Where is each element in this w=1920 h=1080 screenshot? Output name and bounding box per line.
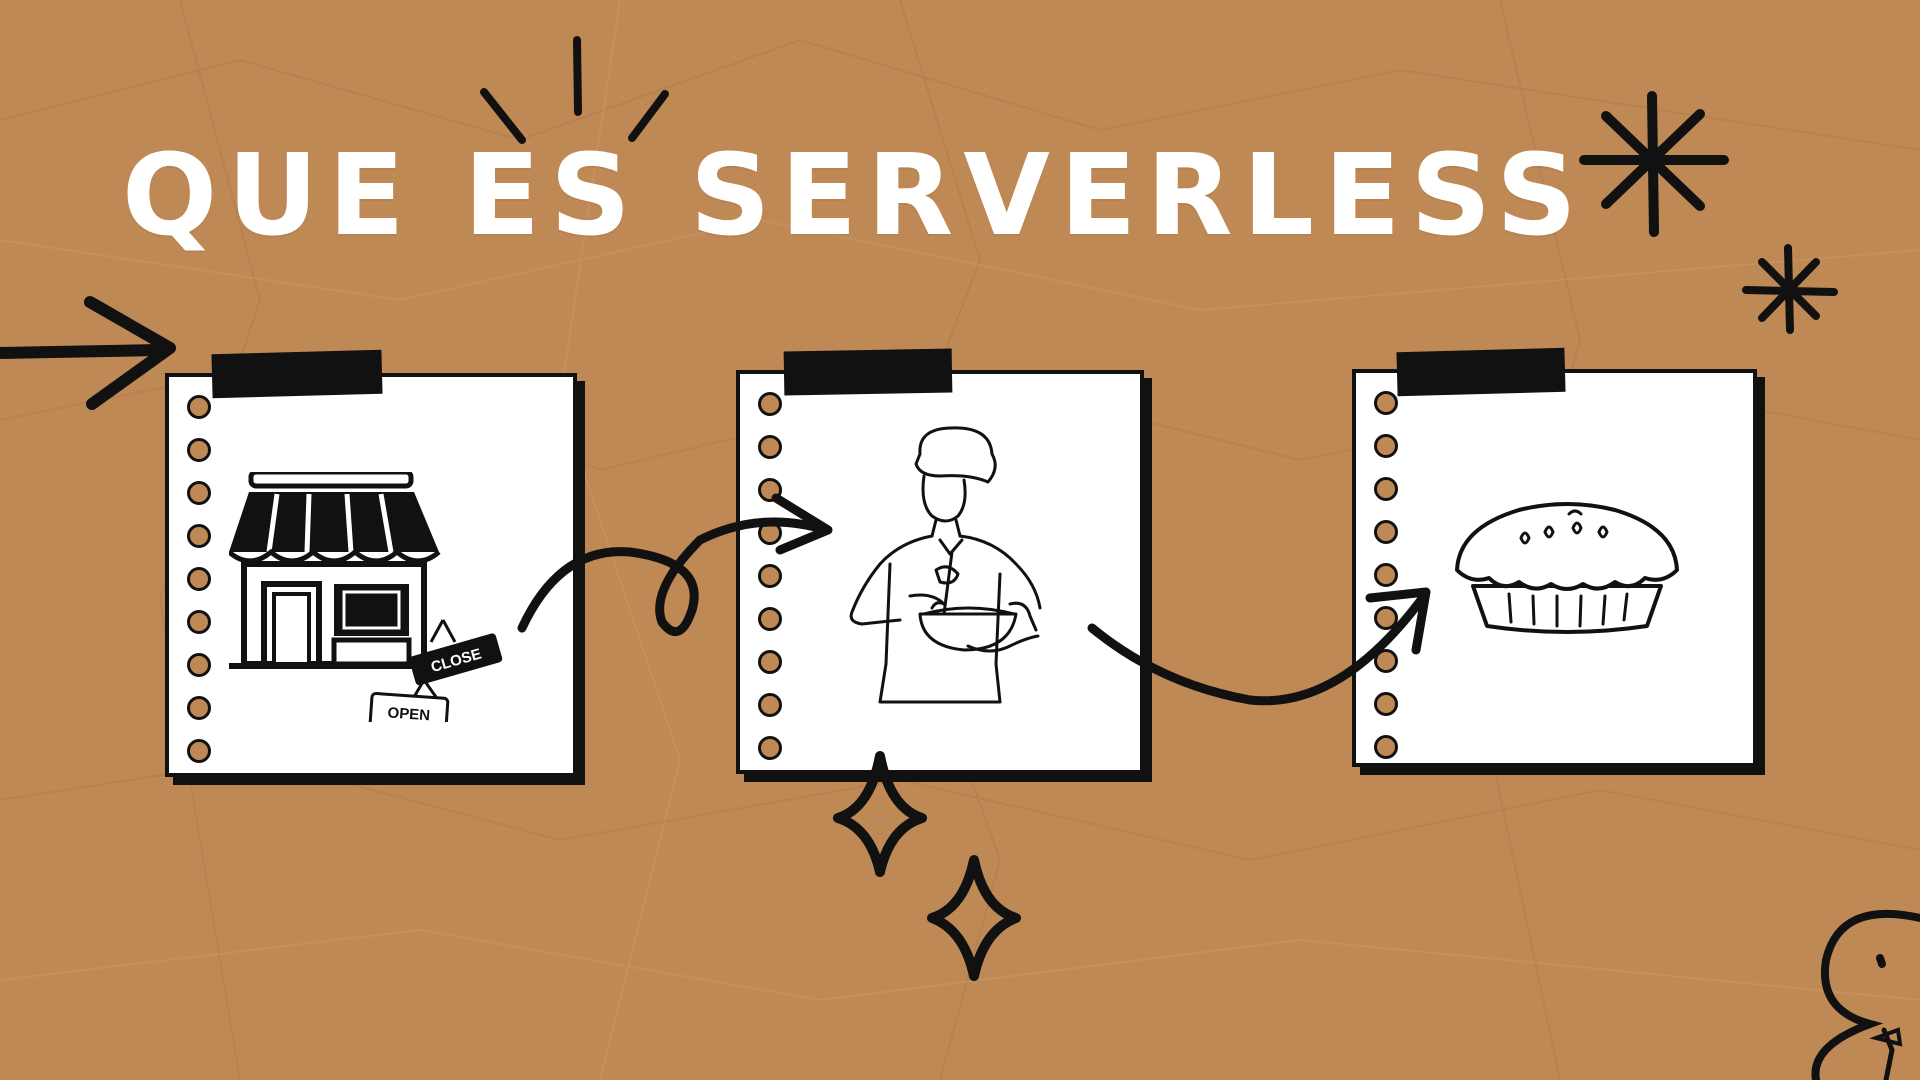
chef-mixing-bowl-icon <box>849 426 1042 704</box>
tape-strip <box>783 348 953 396</box>
card-chef <box>736 370 1144 774</box>
binder-holes <box>758 392 782 760</box>
card-storefront: CLOSE OPEN <box>165 373 577 777</box>
storefront-icon: CLOSE OPEN <box>229 472 503 722</box>
open-sign-text: OPEN <box>387 704 431 722</box>
slide-title: QUE ES SERVERLESS <box>122 131 1587 261</box>
tape-strip <box>211 349 383 399</box>
pie-icon <box>1455 502 1679 634</box>
card-pie <box>1352 369 1757 767</box>
tape-strip <box>1396 347 1566 397</box>
binder-holes <box>1374 391 1398 759</box>
binder-holes <box>187 395 211 763</box>
